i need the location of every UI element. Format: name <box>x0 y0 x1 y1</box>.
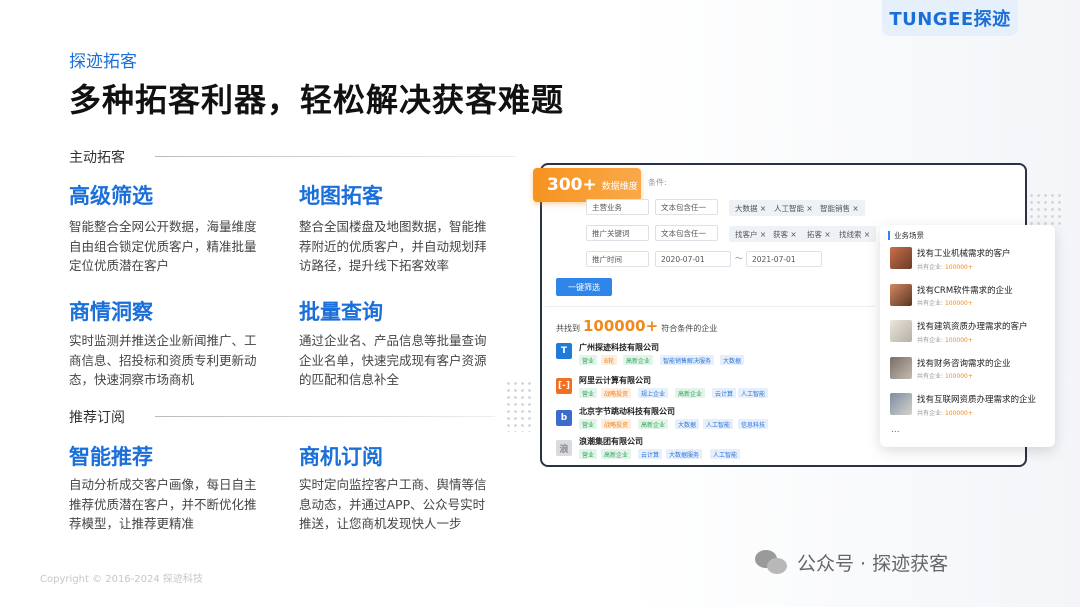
scenario-count: 共有企业: 100000+ <box>917 300 973 307</box>
wechat-icon <box>755 548 791 576</box>
company-tag: 规上企业 <box>638 388 669 398</box>
company-tag: 高新企业 <box>675 388 706 398</box>
company-tag: 高新企业 <box>623 355 654 365</box>
brand-logo: TUNGEE探迹 <box>882 0 1018 36</box>
scenario-image <box>890 320 912 342</box>
feature-heading: 商情洞察 <box>69 300 153 324</box>
dot-pattern <box>505 380 535 432</box>
company-tag: 营业 <box>579 419 598 429</box>
scenario-count: 共有企业: 100000+ <box>917 373 973 380</box>
filter-tag[interactable]: 智能销售 × <box>814 200 865 216</box>
company-tag: 大数据 <box>720 355 745 365</box>
field-select[interactable]: 推广时间 <box>586 251 649 267</box>
scenario-title[interactable]: 找有财务咨询需求的企业 <box>917 357 1011 369</box>
feature-desc: 实时定向监控客户工商、舆情等信息动态，并通过APP、公众号实时推送，让您商机发现… <box>299 477 487 531</box>
feature-heading: 智能推荐 <box>69 445 153 469</box>
company-tag: 战略投资 <box>601 388 632 398</box>
start-date-input[interactable]: 2020-07-01 <box>655 251 731 267</box>
company-name[interactable]: 广州探迹科技有限公司 <box>579 342 659 353</box>
company-logo: b <box>556 410 572 426</box>
company-tag: 云计算 <box>638 449 663 459</box>
condition-label: 条件: <box>648 178 667 187</box>
feature-desc: 实时监测并推送企业新闻推广、工商信息、招投标和资质专利更新动态，快速洞察市场商机 <box>69 333 257 387</box>
feature-desc: 通过企业名、产品信息等批量查询企业名单，快速完成现有客户资源的匹配和信息补全 <box>299 333 487 387</box>
company-tag: 高新企业 <box>638 419 669 429</box>
company-tag: 信息科技 <box>738 419 769 429</box>
filter-tag[interactable]: 找客户 × <box>729 226 773 242</box>
filter-tag[interactable]: 大数据 × <box>729 200 773 216</box>
company-name[interactable]: 浪潮集团有限公司 <box>579 436 643 447</box>
more-ellipsis: ... <box>891 425 900 435</box>
section-divider <box>155 156 515 157</box>
date-separator: ～ <box>735 254 743 263</box>
company-tag: 战略投资 <box>601 419 632 429</box>
data-dimension-badge: 300+ 数据维度 <box>533 168 641 202</box>
company-tag: 人工智能 <box>738 388 769 398</box>
company-tag: 营业 <box>579 449 598 459</box>
scenario-title[interactable]: 找有建筑资质办理需求的客户 <box>917 320 1028 332</box>
copyright: Copyright © 2016-2024 探迹科技 <box>40 574 203 585</box>
scenario-image <box>890 357 912 379</box>
section-title-active: 主动拓客 <box>69 150 125 166</box>
feature-heading: 批量查询 <box>299 300 383 324</box>
dot-pattern <box>1028 192 1062 226</box>
filter-tag[interactable]: 找线索 × <box>833 226 877 242</box>
section-divider <box>155 416 495 417</box>
page-title: 多种拓客利器，轻松解决获客难题 <box>69 81 565 119</box>
feature-desc: 自动分析成交客户画像，每日自主推荐优质潜在客户，并不断优化推荐模型，让推荐更精准 <box>69 477 257 531</box>
company-tag: 人工智能 <box>710 449 741 459</box>
divider <box>545 306 875 307</box>
company-name[interactable]: 北京字节跳动科技有限公司 <box>579 406 675 417</box>
filter-tag[interactable]: 拓客 × <box>801 226 837 242</box>
scenario-count: 共有企业: 100000+ <box>917 410 973 417</box>
section-title-recommend: 推荐订阅 <box>69 410 125 426</box>
company-logo: [-] <box>556 378 572 394</box>
end-date-input[interactable]: 2021-07-01 <box>746 251 822 267</box>
company-tag: 智能销售解决服务 <box>660 355 715 365</box>
scenario-count: 共有企业: 100000+ <box>917 337 973 344</box>
company-tag: 大数据 <box>675 419 700 429</box>
operator-select[interactable]: 文本包含任一 <box>655 225 718 241</box>
result-count: 共找到 100000+ 符合条件的企业 <box>556 317 718 335</box>
company-logo: T <box>556 343 572 359</box>
field-select[interactable]: 主营业务 <box>586 199 649 215</box>
company-tag: 营业 <box>579 355 598 365</box>
scenario-title[interactable]: 找有互联网资质办理需求的企业 <box>917 393 1036 405</box>
scenario-title[interactable]: 找有CRM软件需求的企业 <box>917 284 1013 296</box>
feature-heading: 商机订阅 <box>299 445 383 469</box>
feature-desc: 智能整合全网公开数据，海量维度自由组合锁定优质客户，精准批量定位优质潜在客户 <box>69 219 257 273</box>
feature-heading: 地图拓客 <box>299 184 383 208</box>
scenario-image <box>890 247 912 269</box>
scenario-title[interactable]: 找有工业机械需求的客户 <box>917 247 1011 259</box>
filter-tag[interactable]: 获客 × <box>767 226 803 242</box>
scenario-image <box>890 393 912 415</box>
scenario-count: 共有企业: 100000+ <box>917 264 973 271</box>
field-select[interactable]: 推广关键词 <box>586 225 649 241</box>
operator-select[interactable]: 文本包含任一 <box>655 199 718 215</box>
company-tag: B轮 <box>601 355 618 365</box>
section-tag: 探迹拓客 <box>69 52 137 72</box>
wechat-watermark: 公众号 · 探迹获客 <box>755 548 948 576</box>
filter-tag[interactable]: 人工智能 × <box>768 200 819 216</box>
company-name[interactable]: 阿里云计算有限公司 <box>579 375 651 386</box>
company-tag: 大数据服务 <box>666 449 703 459</box>
company-tag: 人工智能 <box>703 419 734 429</box>
search-button[interactable]: 一键筛选 <box>556 278 612 296</box>
scenario-image <box>890 284 912 306</box>
company-tag: 营业 <box>579 388 598 398</box>
company-logo: 浪 <box>556 440 572 456</box>
company-tag: 高新企业 <box>601 449 632 459</box>
feature-heading: 高级筛选 <box>69 184 153 208</box>
feature-desc: 整合全国楼盘及地图数据，智能推荐附近的优质客户，并自动规划拜访路径，提升线下拓客… <box>299 219 487 273</box>
panel-title: 业务场景 <box>888 230 924 241</box>
company-tag: 云计算 <box>712 388 737 398</box>
